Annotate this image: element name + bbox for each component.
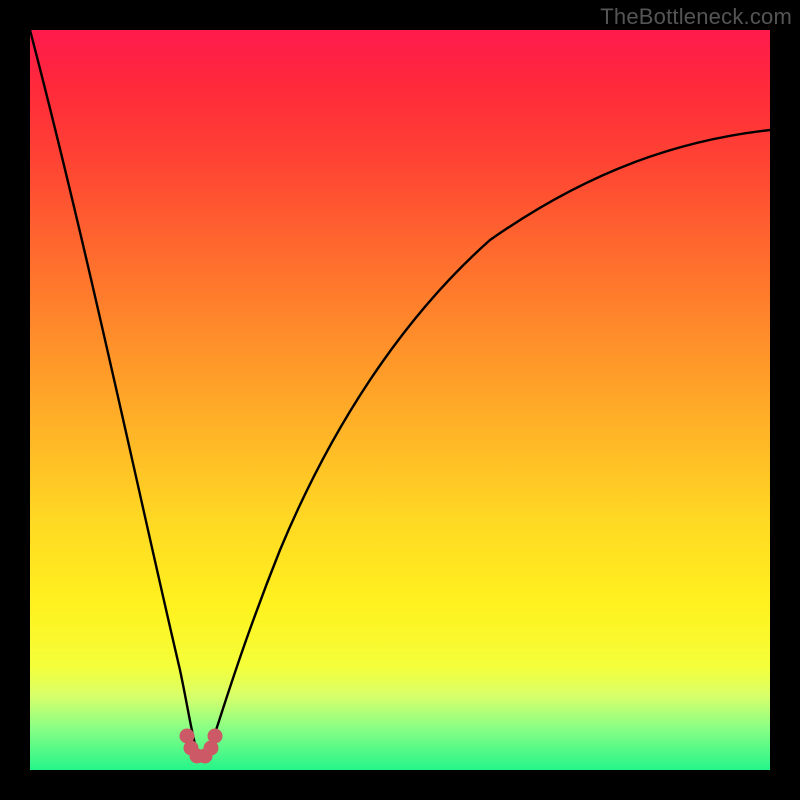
bottleneck-curve <box>30 30 770 757</box>
watermark-text: TheBottleneck.com <box>600 4 792 30</box>
curve-svg <box>30 30 770 770</box>
highlight-dots <box>180 729 222 763</box>
plot-area <box>30 30 770 770</box>
chart-frame: TheBottleneck.com <box>0 0 800 800</box>
